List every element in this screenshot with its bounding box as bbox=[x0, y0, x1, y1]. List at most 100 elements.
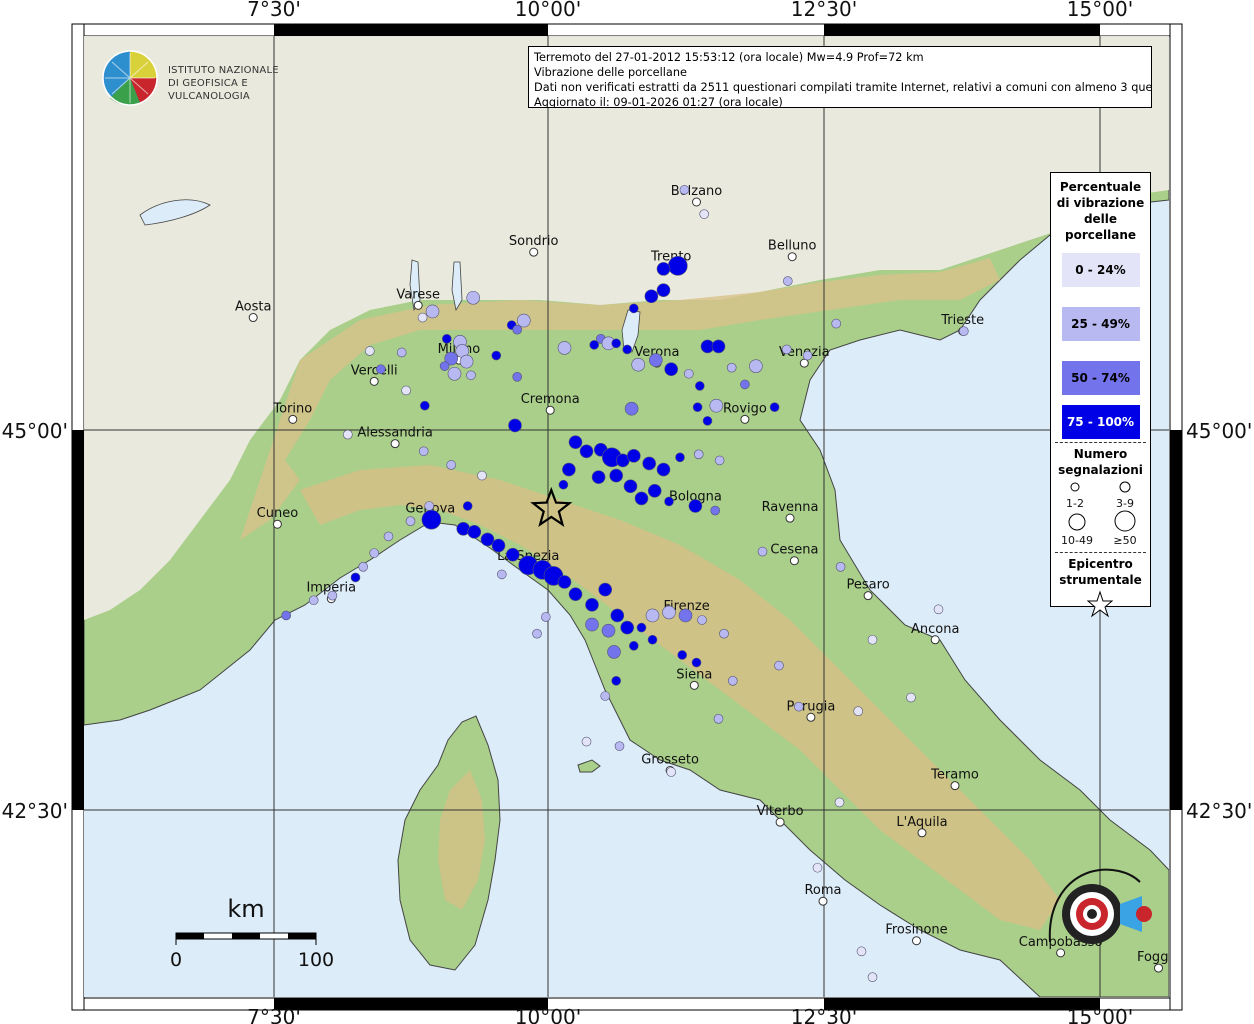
observation-marker bbox=[710, 505, 721, 516]
epicenter-legend-title: Epicentro strumentale bbox=[1051, 556, 1150, 588]
observation-marker bbox=[702, 416, 713, 426]
observation-marker bbox=[609, 468, 624, 483]
observation-marker bbox=[466, 370, 476, 381]
city-dot bbox=[689, 680, 699, 690]
observation-marker bbox=[350, 572, 361, 583]
observation-marker bbox=[540, 612, 551, 622]
epicenter-star-icon bbox=[1086, 590, 1114, 618]
legend: Percentuale di vibrazione delle porcella… bbox=[1050, 172, 1151, 618]
city-dot bbox=[248, 313, 258, 323]
city-dot bbox=[272, 519, 282, 529]
observation-marker bbox=[757, 546, 768, 557]
observation-marker bbox=[568, 435, 583, 449]
observation-marker bbox=[645, 608, 660, 623]
seismograph-stamp-icon bbox=[1048, 868, 1152, 944]
city-label: Bolzano bbox=[671, 184, 723, 199]
city-label: Varese bbox=[396, 287, 440, 302]
city-dot bbox=[413, 300, 423, 310]
observation-marker bbox=[834, 797, 845, 808]
observation-marker bbox=[656, 462, 671, 477]
lat-label: 45°00' bbox=[2, 419, 68, 443]
city-dot bbox=[390, 439, 400, 449]
lon-label: 7°30' bbox=[247, 1005, 301, 1024]
observation-marker bbox=[419, 400, 430, 411]
observation-marker bbox=[358, 561, 369, 572]
observation-marker bbox=[401, 385, 411, 396]
size-label: 1-2 bbox=[1066, 497, 1084, 510]
observation-marker bbox=[425, 304, 440, 319]
observation-marker bbox=[581, 736, 592, 747]
legend-bin-0-24: 0 - 24% bbox=[1061, 253, 1140, 287]
observation-marker bbox=[726, 362, 737, 373]
observation-marker bbox=[867, 634, 878, 645]
city-dot bbox=[288, 414, 298, 424]
lon-label: 12°30' bbox=[791, 1005, 857, 1024]
observation-marker bbox=[644, 289, 659, 304]
city-dot bbox=[863, 591, 873, 601]
observation-marker bbox=[678, 608, 693, 623]
size-legend-title: Numero segnalazioni bbox=[1051, 446, 1150, 478]
legend-divider bbox=[1055, 552, 1146, 553]
observation-marker bbox=[692, 402, 703, 413]
observation-marker bbox=[782, 276, 793, 286]
observation-marker bbox=[714, 455, 725, 466]
lat-label: 42°30' bbox=[1186, 799, 1252, 823]
observation-marker bbox=[626, 449, 641, 463]
globe-icon bbox=[102, 50, 158, 106]
legend-title: Percentuale di vibrazione delle porcella… bbox=[1051, 179, 1150, 243]
observation-marker bbox=[369, 548, 380, 558]
observation-marker bbox=[508, 418, 522, 433]
observation-marker bbox=[491, 538, 506, 553]
observation-marker bbox=[802, 350, 813, 361]
city-label: Cuneo bbox=[257, 506, 299, 521]
observation-marker bbox=[447, 366, 462, 381]
scale-min: 0 bbox=[170, 949, 182, 971]
observation-marker bbox=[831, 318, 842, 329]
observation-marker bbox=[711, 339, 726, 354]
legend-title-line: di vibrazione bbox=[1056, 196, 1145, 210]
observation-marker bbox=[622, 344, 633, 355]
observation-marker bbox=[281, 610, 292, 621]
lon-label: 10°00' bbox=[515, 0, 581, 21]
city-label: Rovigo bbox=[723, 401, 767, 416]
observation-marker bbox=[496, 569, 507, 580]
observation-marker bbox=[589, 340, 600, 350]
city-dot bbox=[740, 414, 750, 424]
observation-marker bbox=[610, 608, 625, 623]
size-label: 10-49 bbox=[1061, 534, 1093, 547]
observation-marker bbox=[558, 479, 569, 490]
observation-marker bbox=[327, 590, 338, 601]
city-label: Alessandria bbox=[357, 426, 432, 441]
legend-bin-25-49: 25 - 49% bbox=[1061, 307, 1140, 341]
observation-marker bbox=[656, 262, 671, 276]
observation-marker bbox=[620, 620, 635, 635]
city-label: Trieste bbox=[940, 313, 984, 328]
observation-marker bbox=[867, 972, 878, 983]
observation-marker bbox=[562, 462, 576, 477]
observation-marker bbox=[636, 622, 647, 633]
observation-marker bbox=[405, 516, 416, 527]
observation-marker bbox=[693, 449, 704, 460]
observation-marker bbox=[642, 456, 657, 471]
city-label: Roma bbox=[804, 883, 841, 898]
legend-title-line: porcellane bbox=[1064, 228, 1136, 242]
observation-marker bbox=[568, 587, 583, 601]
observation-marker bbox=[512, 324, 523, 335]
city-label: Teramo bbox=[930, 768, 979, 783]
legend-bin-75-100: 75 - 100% bbox=[1061, 405, 1140, 439]
observation-marker bbox=[623, 479, 638, 494]
city-label: Perugia bbox=[787, 699, 836, 714]
observation-marker bbox=[713, 713, 724, 724]
observation-marker bbox=[459, 354, 474, 369]
city-label: L'Aquila bbox=[896, 815, 947, 830]
observation-marker bbox=[958, 326, 969, 337]
observation-marker bbox=[364, 346, 375, 356]
observation-marker bbox=[697, 615, 707, 625]
updated-line: Aggiornato il: 09-01-2026 01:27 (ora loc… bbox=[534, 96, 783, 108]
observation-marker bbox=[647, 634, 658, 645]
city-dot bbox=[789, 556, 799, 566]
city-dot bbox=[775, 817, 785, 827]
observation-marker bbox=[585, 617, 599, 632]
observation-marker bbox=[585, 597, 599, 612]
size-legend-symbols: 1-2 3-9 10-49 ≥50 bbox=[1061, 481, 1137, 547]
